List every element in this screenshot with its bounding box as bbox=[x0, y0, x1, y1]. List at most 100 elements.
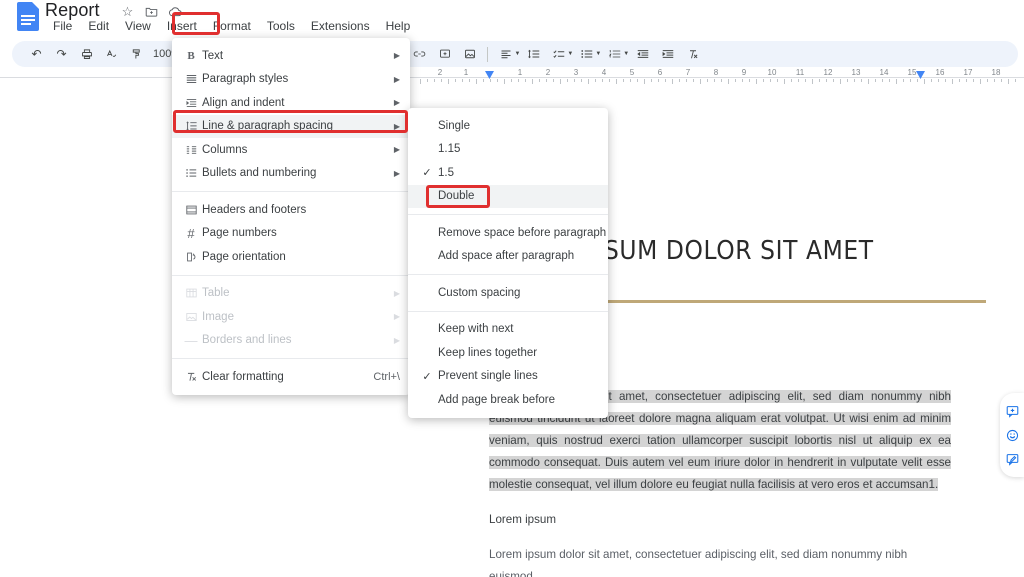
emoji-reaction-fab[interactable] bbox=[1000, 423, 1024, 447]
ruler-tick bbox=[728, 79, 729, 84]
submenu-item-double[interactable]: Double bbox=[408, 184, 608, 208]
chevron-right-icon: ▶ bbox=[393, 288, 400, 298]
ruler-tick bbox=[798, 79, 799, 82]
submenu-item-keep-with-next[interactable]: Keep with next bbox=[408, 318, 608, 342]
submenu-item-remove-space-before-paragraph[interactable]: Remove space before paragraph bbox=[408, 221, 608, 245]
submenu-item-label: Add page break before bbox=[438, 393, 556, 406]
menu-item-image: Image ▶ bbox=[172, 305, 410, 329]
submenu-item-custom-spacing[interactable]: Custom spacing bbox=[408, 281, 608, 305]
ruler-tick bbox=[518, 79, 519, 82]
ruler-tick bbox=[924, 79, 925, 84]
horizontal-ruler[interactable]: 2 1 1 2 3 4 5 6 7 8 9 10 11 12 13 14 15 … bbox=[0, 68, 1024, 85]
format-dropdown-menu[interactable]: B Text ▶ Paragraph styles ▶ Align and in… bbox=[172, 38, 410, 395]
ruler-tick bbox=[861, 79, 862, 82]
menu-item-label: Image bbox=[202, 310, 234, 323]
ruler-label: 8 bbox=[713, 68, 719, 77]
clear-formatting-icon bbox=[180, 372, 202, 382]
ruler-tick bbox=[420, 79, 421, 84]
line-spacing-icon[interactable] bbox=[521, 43, 546, 65]
menu-item-table: Table ▶ bbox=[172, 282, 410, 306]
ruler-label: 9 bbox=[741, 68, 747, 77]
menubar-insert[interactable]: Insert bbox=[159, 17, 205, 35]
add-comment-fab[interactable] bbox=[1000, 399, 1024, 423]
ruler-tick bbox=[686, 79, 687, 82]
title-bar: Report ☆ File Edit View Insert Format To… bbox=[0, 0, 1024, 40]
page-numbers-icon: # bbox=[187, 225, 195, 241]
ruler-label: 14 bbox=[879, 68, 889, 77]
spellcheck-icon[interactable] bbox=[99, 43, 124, 65]
check-icon: ✓ bbox=[422, 370, 432, 383]
checklist-chevron-down-icon[interactable]: ▼ bbox=[567, 51, 573, 57]
chevron-right-icon: ▶ bbox=[393, 168, 400, 178]
chevron-right-icon: ▶ bbox=[393, 145, 400, 155]
menu-item-clear-formatting[interactable]: Clear formatting Ctrl+\ bbox=[172, 365, 410, 389]
headers-footers-icon bbox=[180, 205, 202, 215]
submenu-item-label: 1.5 bbox=[438, 166, 454, 179]
ruler-tick bbox=[896, 79, 897, 84]
paint-format-icon[interactable] bbox=[124, 43, 149, 65]
chevron-right-icon: ▶ bbox=[393, 121, 400, 131]
redo-icon[interactable]: ↷ bbox=[49, 43, 74, 65]
ruler-label: 3 bbox=[573, 68, 579, 77]
print-icon[interactable] bbox=[74, 43, 99, 65]
undo-icon[interactable]: ↶ bbox=[24, 43, 49, 65]
submenu-item-label: Prevent single lines bbox=[438, 370, 538, 383]
menubar-view[interactable]: View bbox=[117, 17, 159, 35]
menu-item-page-numbers[interactable]: # Page numbers bbox=[172, 222, 410, 246]
menubar-extensions[interactable]: Extensions bbox=[303, 17, 378, 35]
submenu-item-1-5[interactable]: ✓ 1.5 bbox=[408, 161, 608, 185]
ruler-tick bbox=[840, 79, 841, 84]
menu-divider bbox=[408, 214, 608, 215]
line-spacing-submenu[interactable]: Single 1.15 ✓ 1.5 Double Remove space be… bbox=[408, 108, 608, 418]
numbered-list-chevron-down-icon[interactable]: ▼ bbox=[623, 51, 629, 57]
align-chevron-down-icon[interactable]: ▼ bbox=[514, 51, 520, 57]
menu-item-bullets-and-numbering[interactable]: Bullets and numbering ▶ bbox=[172, 162, 410, 186]
decrease-indent-icon[interactable] bbox=[630, 43, 655, 65]
menu-item-label: Bullets and numbering bbox=[202, 167, 317, 180]
menu-item-headers-and-footers[interactable]: Headers and footers bbox=[172, 198, 410, 222]
submenu-item-1-15[interactable]: 1.15 bbox=[408, 138, 608, 162]
submenu-item-label: Add space after paragraph bbox=[438, 250, 575, 263]
submenu-item-add-space-after-paragraph[interactable]: Add space after paragraph bbox=[408, 245, 608, 269]
submenu-item-keep-lines-together[interactable]: Keep lines together bbox=[408, 341, 608, 365]
menubar-file[interactable]: File bbox=[45, 17, 80, 35]
ruler-tick bbox=[945, 79, 946, 82]
menu-item-page-orientation[interactable]: Page orientation bbox=[172, 245, 410, 269]
menubar-format[interactable]: Format bbox=[205, 17, 259, 35]
ruler-tick bbox=[616, 79, 617, 84]
menu-item-paragraph-styles[interactable]: Paragraph styles ▶ bbox=[172, 68, 410, 92]
menubar-tools[interactable]: Tools bbox=[259, 17, 303, 35]
menu-item-text[interactable]: B Text ▶ bbox=[172, 44, 410, 68]
submenu-item-label: Custom spacing bbox=[438, 286, 521, 299]
menubar-edit[interactable]: Edit bbox=[80, 17, 117, 35]
ruler-tick bbox=[749, 79, 750, 82]
document-paragraph-3[interactable]: Lorem ipsum dolor sit amet, consectetuer… bbox=[489, 544, 951, 577]
ruler-tick bbox=[784, 79, 785, 84]
insert-link-icon[interactable] bbox=[407, 43, 432, 65]
menu-item-align-and-indent[interactable]: Align and indent ▶ bbox=[172, 91, 410, 115]
chevron-right-icon: ▶ bbox=[393, 312, 400, 322]
submenu-item-single[interactable]: Single bbox=[408, 114, 608, 138]
bulleted-list-chevron-down-icon[interactable]: ▼ bbox=[595, 51, 601, 57]
ruler-tick bbox=[553, 79, 554, 82]
submenu-item-prevent-single-lines[interactable]: ✓ Prevent single lines bbox=[408, 365, 608, 389]
ruler-label: 2 bbox=[437, 68, 443, 77]
menu-item-columns[interactable]: Columns ▶ bbox=[172, 138, 410, 162]
insert-image-icon[interactable] bbox=[457, 43, 482, 65]
menu-item-label: Borders and lines bbox=[202, 334, 292, 347]
align-indent-icon bbox=[180, 98, 202, 108]
suggest-edit-fab[interactable] bbox=[1000, 447, 1024, 471]
google-docs-logo-icon bbox=[17, 2, 39, 31]
menubar-help[interactable]: Help bbox=[378, 17, 419, 35]
menu-item-shortcut: Ctrl+\ bbox=[373, 370, 400, 383]
ruler-label: 1 bbox=[463, 68, 469, 77]
increase-indent-icon[interactable] bbox=[655, 43, 680, 65]
document-paragraph-2[interactable]: Lorem ipsum bbox=[489, 509, 989, 531]
ruler-tick bbox=[665, 79, 666, 82]
menu-divider bbox=[408, 274, 608, 275]
submenu-item-add-page-break-before[interactable]: Add page break before bbox=[408, 388, 608, 412]
table-icon bbox=[180, 288, 202, 298]
add-comment-icon[interactable] bbox=[432, 43, 457, 65]
menu-item-line-and-paragraph-spacing[interactable]: Line & paragraph spacing ▶ bbox=[172, 114, 410, 138]
clear-formatting-icon[interactable] bbox=[680, 43, 705, 65]
